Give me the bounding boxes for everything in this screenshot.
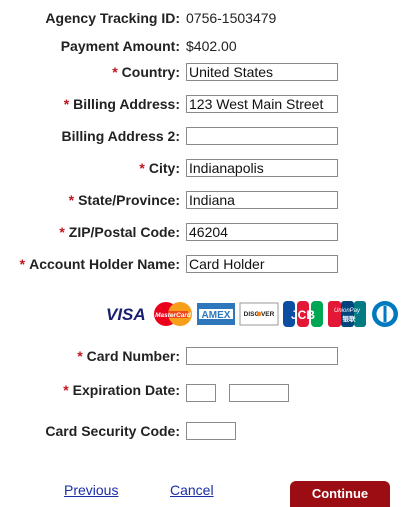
expiration-year-field[interactable]: [229, 384, 289, 402]
account-holder-field[interactable]: [186, 255, 338, 273]
mastercard-logo: MasterCard: [154, 302, 192, 326]
previous-link[interactable]: Previous: [64, 481, 118, 499]
jcb-logo-text: JCB: [291, 308, 315, 322]
required-marker: *: [139, 160, 145, 176]
jcb-logo: JCB: [283, 301, 323, 327]
cancel-link[interactable]: Cancel: [170, 481, 214, 499]
card-number-field[interactable]: [186, 347, 338, 365]
state-label: * State/Province:: [69, 190, 180, 210]
country-field[interactable]: [186, 63, 338, 81]
diners-club-logo: [372, 301, 398, 327]
zip-row: * ZIP/Postal Code:: [0, 222, 401, 242]
account-holder-label-text: Account Holder Name:: [29, 256, 180, 272]
required-marker: *: [59, 224, 65, 240]
city-label: * City:: [139, 158, 180, 178]
discover-logo: DISC VER: [239, 302, 279, 326]
card-number-label: * Card Number:: [77, 346, 180, 366]
unionpay-logo: UnionPay 银联: [328, 301, 366, 327]
city-field[interactable]: [186, 159, 338, 177]
amex-logo-text: AMEX: [202, 310, 231, 321]
required-marker: *: [19, 256, 26, 272]
account-holder-row: * Account Holder Name:: [0, 254, 401, 274]
country-label: * Country:: [112, 62, 180, 82]
country-label-text: Country:: [121, 64, 180, 80]
amex-logo: AMEX: [197, 303, 235, 325]
city-label-text: City:: [148, 160, 180, 176]
billing-address-2-label: Billing Address 2:: [61, 128, 180, 144]
required-marker: *: [63, 382, 69, 398]
required-marker: *: [112, 64, 118, 80]
state-row: * State/Province:: [0, 190, 401, 210]
agency-tracking-value: 0756-1503479: [186, 10, 277, 26]
billing-address-field[interactable]: [186, 95, 338, 113]
billing-address-label-text: Billing Address:: [73, 96, 180, 112]
unionpay-logo-subtext: 银联: [343, 314, 357, 323]
zip-label-text: ZIP/Postal Code:: [68, 224, 180, 240]
required-marker: *: [68, 192, 75, 208]
required-marker: *: [77, 348, 83, 364]
continue-button[interactable]: Continue: [290, 481, 390, 507]
expiration-label: * Expiration Date:: [63, 380, 180, 400]
billing-address-2-row: Billing Address 2:: [0, 126, 401, 146]
unionpay-logo-text: UnionPay: [334, 308, 361, 314]
card-number-row: * Card Number:: [0, 346, 401, 366]
billing-address-row: * Billing Address:: [0, 94, 401, 114]
country-row: * Country:: [0, 62, 401, 82]
city-row: * City:: [0, 158, 401, 178]
agency-tracking-label: Agency Tracking ID:: [45, 10, 180, 26]
billing-address-label: * Billing Address:: [64, 94, 180, 114]
zip-field[interactable]: [186, 223, 338, 241]
state-label-text: State/Province:: [78, 192, 180, 208]
state-field[interactable]: [186, 191, 338, 209]
mastercard-logo-text: MasterCard: [155, 312, 192, 319]
security-code-label: Card Security Code:: [45, 423, 180, 439]
security-code-row: Card Security Code:: [0, 421, 401, 441]
billing-address-2-field[interactable]: [186, 127, 338, 145]
security-code-field[interactable]: [186, 422, 236, 440]
payment-amount-value: $402.00: [186, 38, 237, 54]
required-marker: *: [63, 96, 70, 112]
expiration-row: * Expiration Date:: [0, 380, 401, 402]
agency-tracking-row: Agency Tracking ID: 0756-1503479: [0, 8, 401, 28]
account-holder-label: * Account Holder Name:: [20, 254, 180, 274]
payment-amount-label: Payment Amount:: [60, 38, 180, 54]
zip-label: * ZIP/Postal Code:: [59, 222, 180, 242]
expiration-label-text: Expiration Date:: [72, 382, 180, 398]
payment-amount-row: Payment Amount: $402.00: [0, 36, 401, 56]
card-number-label-text: Card Number:: [86, 348, 180, 364]
visa-logo: VISA: [106, 305, 146, 324]
expiration-month-field[interactable]: [186, 384, 216, 402]
visa-logo-text: VISA: [106, 305, 146, 324]
